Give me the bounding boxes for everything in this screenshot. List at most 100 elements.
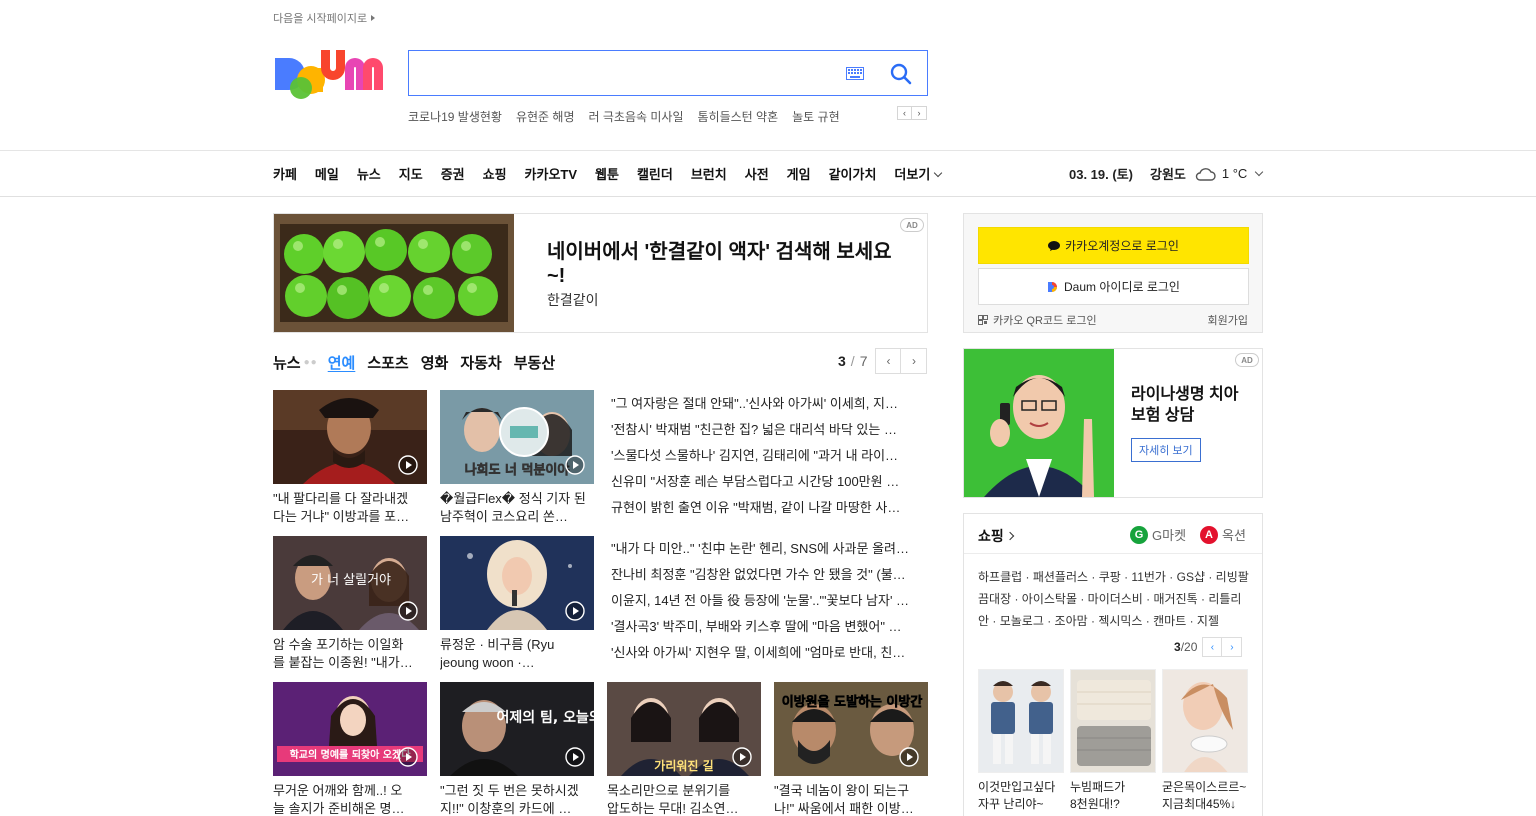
play-icon: [398, 601, 418, 621]
nav-cafe[interactable]: 카페: [273, 164, 297, 183]
shopping-title-link[interactable]: 쇼핑: [978, 526, 1013, 546]
tab-sports[interactable]: 스포츠: [367, 352, 408, 373]
auction-link[interactable]: A 옥션: [1200, 525, 1246, 544]
ad-banner[interactable]: 네이버에서 '한결같이 액자' 검색해 보세요~! 한결같이 AD: [273, 213, 928, 333]
news-caption[interactable]: "결국 네놈이 왕이 되는구 나!" 싸움에서 패한 이방…: [774, 782, 928, 816]
nav-webtoon[interactable]: 웹툰: [595, 164, 619, 183]
ad-image-man-on-phone: [964, 349, 1114, 497]
nav-stock[interactable]: 증권: [441, 164, 465, 183]
news-thumbnail[interactable]: 나희도 너 덕분이야: [440, 390, 594, 484]
nav-news[interactable]: 뉴스: [357, 164, 381, 183]
news-caption[interactable]: "그런 짓 두 번은 못하시겠 지!!" 이창훈의 카드에 …: [440, 782, 594, 816]
product-caption[interactable]: 누빔패드가 8천원대!?: [1070, 779, 1162, 813]
news-headline[interactable]: 잔나비 최정훈 "김창완 없었다면 가수 안 됐을 것" (불…: [611, 562, 927, 588]
ad-badge: AD: [1235, 353, 1259, 367]
auction-logo-icon: A: [1200, 525, 1218, 544]
tab-movie[interactable]: 영화: [421, 352, 449, 373]
play-icon: [398, 747, 418, 767]
shopping-header: 쇼핑 G G마켓 A 옥션: [964, 514, 1262, 554]
news-headline[interactable]: '결사곡3' 박주미, 부배와 키스후 딸에 "마음 변했어" …: [611, 614, 927, 640]
nav-dictionary[interactable]: 사전: [745, 164, 769, 183]
news-headline[interactable]: 이윤지, 14년 전 아들 役 등장에 '눈물'.."'꽃보다 남자' …: [611, 588, 927, 614]
qr-code-icon: [978, 315, 988, 325]
news-thumbnail[interactable]: 학교의 명예를 되찾아 오겠다: [273, 682, 427, 776]
chevron-left-icon[interactable]: ‹: [897, 106, 912, 120]
nav-brunch[interactable]: 브런치: [691, 164, 727, 183]
divider: [0, 150, 1536, 151]
nav-calendar[interactable]: 캘린더: [637, 164, 673, 183]
news-caption[interactable]: 무거운 어깨와 함께..! 오늘 솔지가 준비해온 명…: [273, 782, 427, 816]
trending-keyword[interactable]: 유현준 해명: [516, 108, 575, 124]
play-icon: [899, 747, 919, 767]
product-caption[interactable]: 이것만입고싶다 자꾸 난리야~: [978, 779, 1070, 813]
nav-together[interactable]: 같이가치: [829, 164, 877, 183]
nav-more-button[interactable]: 더보기: [894, 164, 941, 183]
news-caption[interactable]: 류정운 · 비구름 (Ryu jeoung woon ·…: [440, 636, 594, 672]
tab-car[interactable]: 자동차: [460, 352, 501, 373]
daum-logo[interactable]: [273, 48, 389, 100]
nav-kakaotv[interactable]: 카카오TV: [525, 164, 578, 183]
news-headline[interactable]: 신유미 "서장훈 레슨 부담스럽다고 시간당 100만원 …: [611, 469, 927, 495]
kakao-bubble-icon: [1048, 240, 1061, 251]
chevron-right-icon[interactable]: ›: [912, 106, 927, 120]
signup-link[interactable]: 회원가입: [1208, 312, 1248, 328]
news-label[interactable]: 뉴스: [273, 352, 301, 373]
news-headline[interactable]: '전참시' 박재범 "친근한 집? 넓은 대리석 바닥 있는 …: [611, 417, 927, 443]
product-thumbnail[interactable]: [978, 669, 1064, 773]
ad-subtitle: 한결같이: [547, 292, 599, 308]
shopping-mall-links[interactable]: 하프클럽 · 패션플러스 · 쿠팡 · 11번가 · GS샵 · 리빙팔끔대장 …: [978, 566, 1250, 632]
product-thumbnail[interactable]: [1070, 669, 1156, 773]
ad2-detail-button[interactable]: 자세히 보기: [1131, 438, 1201, 462]
set-start-page-link[interactable]: 다음을 시작페이지로: [273, 10, 376, 26]
news-tabs: 뉴스 ●● 연예 스포츠 영화 자동차 부동산: [273, 352, 567, 373]
keyboard-icon[interactable]: [846, 67, 864, 80]
news-thumbnail[interactable]: 가 너 살릴거야: [273, 536, 427, 630]
shopping-box: 쇼핑 G G마켓 A 옥션 하프클럽 · 패션플러스 · 쿠팡 · 11번가 ·…: [963, 513, 1263, 816]
news-headline[interactable]: '스물다섯 스물하나' 김지연, 김태리에 "과거 내 라이…: [611, 443, 927, 469]
chevron-left-icon[interactable]: ‹: [875, 348, 902, 374]
chevron-left-icon[interactable]: ‹: [1202, 637, 1223, 657]
chevron-right-icon[interactable]: ›: [901, 348, 928, 374]
news-caption[interactable]: 암 수술 포기하는 이일화 를 붙잡는 이종원! "내가…: [273, 636, 427, 672]
chevron-right-icon[interactable]: ›: [1222, 637, 1243, 657]
main-navigation: 카페 메일 뉴스 지도 증권 쇼핑 카카오TV 웹툰 캘린더 브런치 사전 게임…: [273, 164, 941, 183]
trending-keywords: 코로나19 발생현황 유현준 해명 러 극초음속 미사일 톰히들스턴 약혼 놀토…: [408, 108, 840, 124]
news-thumbnail[interactable]: 어제의 팀, 오늘의 적: [440, 682, 594, 776]
news-headline[interactable]: 규현이 밝힌 출연 이유 "박재범, 같이 나갈 마땅한 사…: [611, 495, 927, 521]
gmarket-link[interactable]: G G마켓: [1130, 525, 1186, 544]
news-thumbnail[interactable]: [273, 390, 427, 484]
temperature-text: 1 °C: [1221, 166, 1248, 181]
news-caption[interactable]: �월급Flex� 정식 기자 된 남주혁이 코스요리 쏜…: [440, 490, 594, 526]
search-input[interactable]: [419, 59, 829, 87]
kakao-login-button[interactable]: 카카오계정으로 로그인: [978, 227, 1249, 264]
product-thumbnail[interactable]: [1162, 669, 1248, 773]
svg-text:나희도 너 덕분이야: 나희도 너 덕분이야: [465, 462, 570, 478]
weather-widget[interactable]: 03. 19. (토) 강원도 1 °C: [1069, 164, 1264, 183]
search-icon[interactable]: [890, 63, 912, 85]
insurance-ad[interactable]: 라이나생명 치아보험 상담 자세히 보기 AD: [963, 348, 1263, 498]
qr-login-link[interactable]: 카카오 QR코드 로그인: [978, 312, 1097, 328]
nav-shopping[interactable]: 쇼핑: [483, 164, 507, 183]
news-thumbnail[interactable]: 가리워진 길: [607, 682, 761, 776]
product-caption[interactable]: 굳은목이스르르~ 지금최대45%↓: [1162, 779, 1254, 813]
nav-mail[interactable]: 메일: [315, 164, 339, 183]
news-headline[interactable]: "그 여자랑은 절대 안돼"..'신사와 아가씨' 이세희, 지…: [611, 391, 927, 417]
tab-entertainment[interactable]: 연예: [328, 352, 356, 373]
news-thumbnail[interactable]: [440, 536, 594, 630]
daum-login-button[interactable]: Daum 아이디로 로그인: [978, 268, 1249, 305]
news-caption[interactable]: 목소리만으로 분위기를 압도하는 무대! 김소연…: [607, 782, 761, 816]
news-thumbnail[interactable]: 이방원을 도발하는 이방간: [774, 682, 928, 776]
play-icon: [398, 455, 418, 475]
trending-keyword[interactable]: 놀토 규현: [792, 108, 840, 124]
trending-keyword[interactable]: 러 극초음속 미사일: [589, 108, 684, 124]
nav-map[interactable]: 지도: [399, 164, 423, 183]
divider: [0, 196, 1536, 197]
news-caption[interactable]: "내 팔다리를 다 잘라내겠 다는 거냐" 이방과를 포…: [273, 490, 427, 526]
trending-keyword[interactable]: 톰히들스턴 약혼: [698, 108, 779, 124]
news-headline[interactable]: '신사와 아가씨' 지현우 딸, 이세희에 "엄마로 반대, 친…: [611, 640, 927, 666]
svg-text:학교의 명예를 되찾아 오겠다: 학교의 명예를 되찾아 오겠다: [290, 748, 412, 761]
news-headline[interactable]: "내가 다 미안.." '친中 논란' 헨리, SNS에 사과문 올려…: [611, 536, 927, 562]
trending-keyword[interactable]: 코로나19 발생현황: [408, 108, 502, 124]
nav-game[interactable]: 게임: [787, 164, 811, 183]
tab-realestate[interactable]: 부동산: [514, 352, 555, 373]
